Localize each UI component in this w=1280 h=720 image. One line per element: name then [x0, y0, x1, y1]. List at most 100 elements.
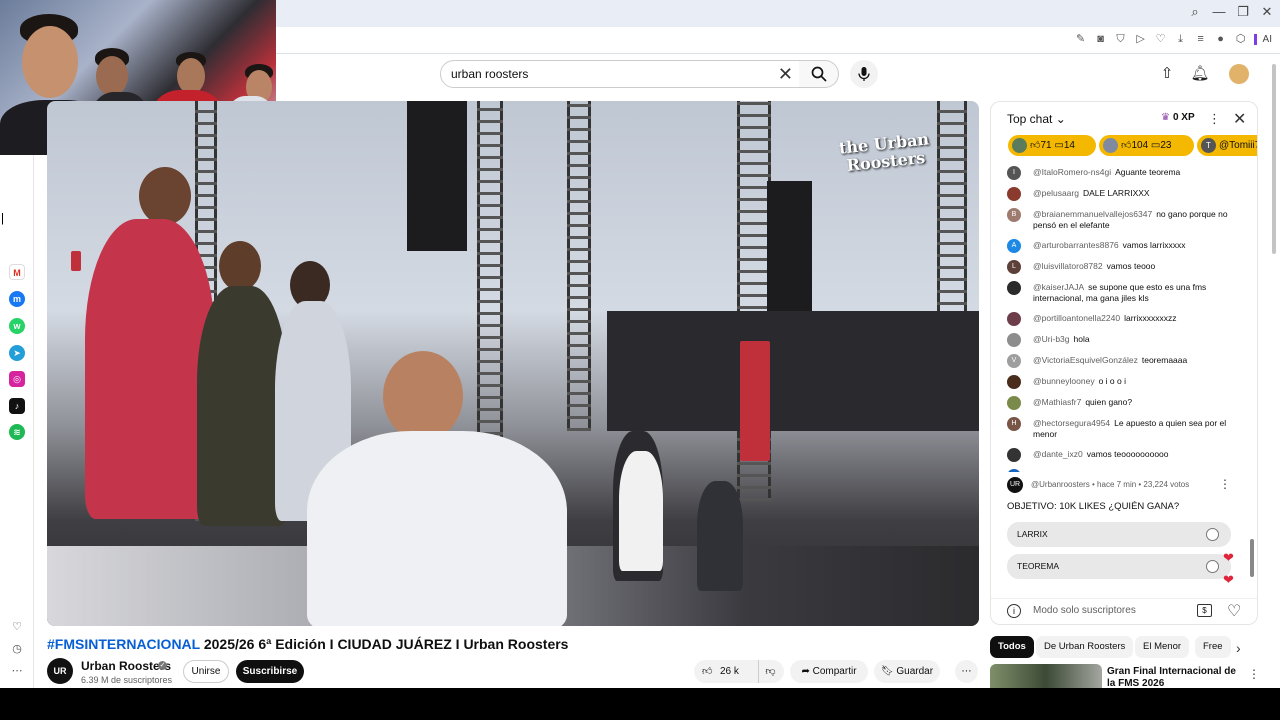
chat-avatar[interactable]: [1007, 281, 1021, 295]
chat-ticker-item[interactable]: 👍︎71 ▭14: [1008, 135, 1096, 156]
kebab-menu-icon[interactable]: ⋮: [1219, 477, 1231, 491]
share-button[interactable]: ➦ Compartir: [790, 660, 868, 683]
chat-avatar[interactable]: L: [1007, 260, 1021, 274]
chat-ticker-item[interactable]: 👍︎104 ▭23: [1099, 135, 1194, 156]
poll-option[interactable]: TEOREMA: [1007, 554, 1231, 579]
list-icon[interactable]: ≡: [1194, 32, 1208, 46]
chat-avatar[interactable]: B: [1007, 208, 1021, 222]
ai-button[interactable]: AI: [1253, 33, 1272, 45]
more-options-icon[interactable]: ⋯: [10, 664, 24, 678]
search-input[interactable]: [451, 67, 771, 81]
video-player[interactable]: the Urban Roosters: [47, 101, 979, 626]
kebab-menu-icon[interactable]: ⋮: [1248, 667, 1260, 681]
chat-author[interactable]: @portilloantonella2240: [1033, 313, 1120, 323]
kebab-menu-icon[interactable]: ⋮: [1208, 111, 1221, 127]
chat-author[interactable]: @Uri-b3g: [1033, 334, 1070, 344]
search-box[interactable]: ✕: [440, 60, 800, 88]
chat-avatar[interactable]: [1007, 396, 1021, 410]
play-icon[interactable]: ▷: [1134, 32, 1148, 46]
chat-input[interactable]: Modo solo suscriptores: [1033, 605, 1136, 616]
heart-icon[interactable]: ♡: [1154, 32, 1168, 46]
chat-avatar[interactable]: H: [1007, 417, 1021, 431]
chat-avatar[interactable]: [1007, 448, 1021, 462]
chat-avatar[interactable]: [1007, 312, 1021, 326]
poll-meta: @Urbanroosters • hace 7 min • 23,224 vot…: [1031, 480, 1190, 489]
chat-author[interactable]: @dante_ixz0: [1033, 449, 1083, 459]
profile-icon[interactable]: ●: [1214, 32, 1228, 46]
tiktok-icon[interactable]: ♪: [9, 398, 25, 414]
gmail-icon[interactable]: M: [9, 264, 25, 280]
chat-author[interactable]: @luisvillatoro8782: [1033, 261, 1103, 271]
messenger-icon[interactable]: m: [9, 291, 25, 307]
chip-free[interactable]: Free: [1195, 636, 1231, 658]
chat-author[interactable]: @kaiserJAJA: [1033, 282, 1084, 292]
favorites-icon[interactable]: ♡: [10, 620, 24, 634]
search-tabs-icon[interactable]: ⌕: [1188, 4, 1202, 20]
chat-xp-badge[interactable]: ♛ 0 XP: [1161, 112, 1195, 123]
save-button[interactable]: 🔖︎ Guardar: [874, 660, 940, 683]
close-icon[interactable]: ✕: [778, 64, 793, 85]
more-actions-button[interactable]: ⋯: [955, 660, 978, 683]
chat-author[interactable]: @bunneylooney: [1033, 376, 1095, 386]
bell-icon[interactable]: 🔔︎: [1190, 64, 1210, 84]
chat-message-text: @Mathiasfr7 quien gano?: [1033, 397, 1241, 408]
chat-avatar[interactable]: [1007, 333, 1021, 347]
chip-el-menor[interactable]: El Menor: [1135, 636, 1190, 658]
download-icon[interactable]: ⤓: [1174, 32, 1188, 46]
telegram-icon[interactable]: ➤: [9, 345, 25, 361]
chat-avatar[interactable]: I: [1007, 166, 1021, 180]
poll-option[interactable]: LARRIX: [1007, 522, 1231, 547]
thumbs-down-icon[interactable]: 👎︎: [758, 660, 782, 683]
page-scrollbar-thumb[interactable]: [1272, 64, 1276, 254]
chat-author[interactable]: @ItaloRomero-ns4gi: [1033, 167, 1111, 177]
recommendation-thumbnail[interactable]: [990, 664, 1102, 688]
super-chat-icon[interactable]: $: [1197, 604, 1212, 617]
chat-ticker-item[interactable]: T @Tomiii7: [1197, 135, 1258, 156]
whatsapp-icon[interactable]: w: [9, 318, 25, 334]
chat-mode-dropdown[interactable]: Top chat ⌄: [1007, 112, 1066, 126]
heart-icon: ❤: [1223, 550, 1234, 565]
friend-face-1: [96, 56, 128, 96]
spotify-icon[interactable]: ≋: [9, 424, 25, 440]
bookmark-icon: 🔖︎: [880, 666, 897, 677]
chat-author[interactable]: @braianemmanuelvallejos6347: [1033, 209, 1152, 219]
instagram-icon[interactable]: ◎: [9, 371, 25, 387]
ticker-user: @Tomiii7: [1219, 140, 1258, 151]
camera-icon[interactable]: ◙: [1094, 32, 1108, 46]
chat-avatar[interactable]: V: [1007, 354, 1021, 368]
heart-icon[interactable]: ♡: [1227, 601, 1241, 621]
recommendation-title[interactable]: Gran Final Internacional de la FMS 2026: [1107, 666, 1237, 688]
restore-icon[interactable]: ❐: [1236, 4, 1250, 20]
voice-search-button[interactable]: [850, 60, 878, 88]
share-label: Compartir: [812, 666, 857, 677]
thumbs-up-icon[interactable]: 👍︎: [702, 660, 712, 683]
close-window-icon[interactable]: ✕: [1260, 4, 1274, 20]
chat-avatar[interactable]: [1007, 375, 1021, 389]
shield-icon[interactable]: ⛉: [1114, 32, 1128, 46]
edit-icon[interactable]: ✎: [1074, 32, 1088, 46]
subscribe-button[interactable]: Suscribirse: [236, 660, 304, 683]
search-button[interactable]: [799, 60, 839, 88]
close-icon[interactable]: ✕: [1233, 109, 1246, 129]
like-count[interactable]: 26 k: [720, 660, 739, 683]
chat-author[interactable]: @VictoriaEsquivelGonzález: [1033, 355, 1138, 365]
chat-avatar[interactable]: A: [1007, 239, 1021, 253]
info-icon[interactable]: i: [1007, 604, 1021, 618]
history-icon[interactable]: ◷: [10, 642, 24, 656]
chat-author[interactable]: @Mathiasfr7: [1033, 397, 1081, 407]
chip-channel[interactable]: De Urban Roosters: [1036, 636, 1134, 658]
minimize-icon[interactable]: —: [1212, 4, 1226, 20]
upload-icon[interactable]: ⇧: [1157, 64, 1177, 84]
channel-avatar[interactable]: UR: [47, 658, 73, 684]
extensions-icon[interactable]: ⬡: [1234, 32, 1248, 46]
chat-author[interactable]: @pelusaarg: [1033, 188, 1079, 198]
video-hashtag[interactable]: #FMSINTERNACIONAL: [47, 636, 200, 652]
chat-author[interactable]: @arturobarrantes8876: [1033, 240, 1119, 250]
join-button[interactable]: Unirse: [183, 660, 229, 683]
chevron-right-icon[interactable]: ›: [1236, 640, 1241, 656]
account-avatar[interactable]: [1229, 64, 1249, 84]
chat-author[interactable]: @hectorsegura4954: [1033, 418, 1110, 428]
chip-todos[interactable]: Todos: [990, 636, 1034, 658]
chat-scrollbar-thumb[interactable]: [1250, 539, 1254, 577]
chat-avatar[interactable]: [1007, 187, 1021, 201]
